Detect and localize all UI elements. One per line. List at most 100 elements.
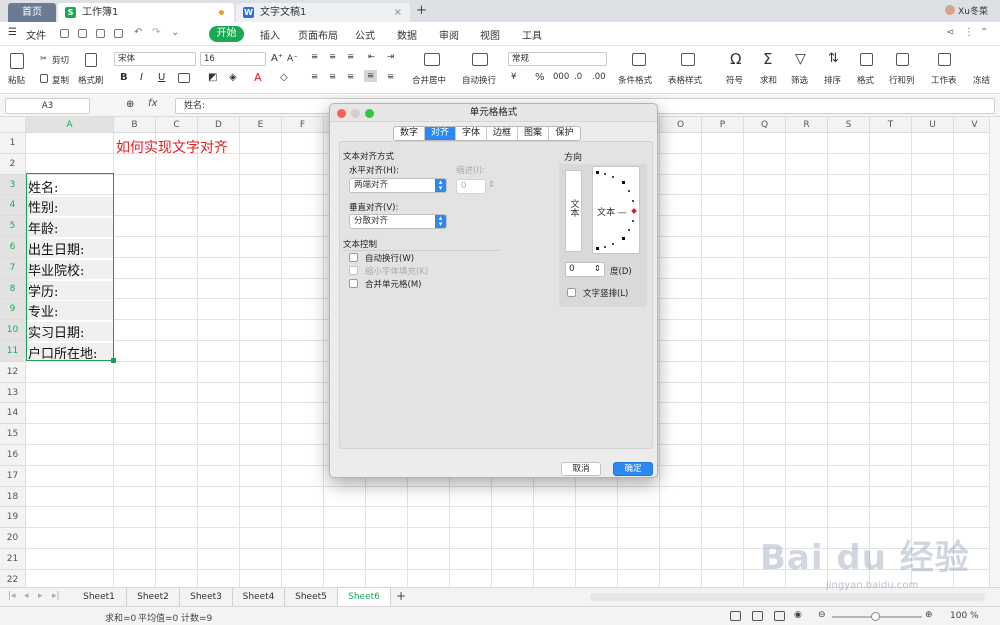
- increase-font-icon[interactable]: A⁺: [271, 53, 283, 64]
- align-top-icon[interactable]: ≡: [311, 52, 318, 62]
- first-sheet-icon[interactable]: |◂: [8, 591, 16, 601]
- column-header[interactable]: R: [786, 117, 828, 133]
- filter-icon[interactable]: ▽: [795, 51, 806, 67]
- cut-button[interactable]: 剪切: [52, 54, 69, 66]
- indent-stepper-icon[interactable]: ⇕: [488, 180, 495, 190]
- user-account[interactable]: Xu冬菜: [945, 4, 988, 17]
- merge-cells-checkbox[interactable]: [349, 279, 358, 288]
- wrap-text-button[interactable]: 自动换行: [462, 74, 496, 86]
- font-size-select[interactable]: 16: [200, 52, 266, 66]
- zoom-out-icon[interactable]: ⊖: [818, 610, 826, 620]
- selection-range[interactable]: [26, 173, 114, 361]
- conditional-format-icon[interactable]: [632, 53, 646, 66]
- row-header[interactable]: 11: [0, 341, 26, 362]
- row-header[interactable]: 7: [0, 257, 26, 279]
- column-header[interactable]: A: [26, 117, 114, 133]
- increase-decimal-icon[interactable]: .0: [574, 72, 582, 82]
- indent-decrease-icon[interactable]: ⇤: [368, 52, 375, 62]
- column-header[interactable]: S: [828, 117, 870, 133]
- format-painter-button[interactable]: 格式刷: [78, 74, 104, 86]
- next-sheet-icon[interactable]: ▸: [38, 591, 43, 601]
- align-center-icon[interactable]: ≡: [329, 72, 336, 82]
- column-header[interactable]: D: [198, 117, 240, 133]
- row-header[interactable]: 20: [0, 528, 26, 549]
- row-header[interactable]: 21: [0, 549, 26, 570]
- row-header[interactable]: 16: [0, 445, 26, 466]
- column-header[interactable]: F: [282, 117, 324, 133]
- merge-center-icon[interactable]: [424, 53, 440, 66]
- zoom-level[interactable]: 100 %: [950, 611, 979, 621]
- menu-page-layout[interactable]: 页面布局: [298, 27, 338, 42]
- undo-icon[interactable]: ↶: [134, 27, 142, 38]
- worksheet-button[interactable]: 工作表: [931, 74, 957, 86]
- row-header[interactable]: 14: [0, 403, 26, 425]
- redo-icon[interactable]: ↷: [152, 27, 160, 38]
- copy-button[interactable]: 复制: [52, 74, 69, 86]
- last-sheet-icon[interactable]: ▸|: [52, 591, 60, 601]
- indent-input[interactable]: 0: [456, 179, 486, 194]
- align-justify-icon[interactable]: ≡: [364, 70, 378, 82]
- percent-icon[interactable]: %: [535, 72, 545, 83]
- share-icon[interactable]: ⋖: [946, 27, 954, 38]
- row-header[interactable]: 10: [0, 320, 26, 341]
- ok-button[interactable]: 确定: [613, 462, 653, 476]
- number-format-select[interactable]: 常规: [508, 52, 607, 66]
- row-header[interactable]: 1: [0, 133, 26, 154]
- format-icon[interactable]: [860, 53, 873, 66]
- column-header[interactable]: C: [156, 117, 198, 133]
- sort-icon[interactable]: ⇅: [828, 51, 839, 66]
- degree-stepper-icon[interactable]: ⇕: [594, 264, 601, 274]
- fill-handle[interactable]: [111, 358, 116, 363]
- font-family-select[interactable]: 宋体: [114, 52, 196, 66]
- prev-sheet-icon[interactable]: ◂: [24, 591, 29, 601]
- column-header[interactable]: T: [870, 117, 912, 133]
- align-bottom-icon[interactable]: ≡: [347, 52, 354, 62]
- row-header[interactable]: 13: [0, 382, 26, 404]
- tab-border[interactable]: 边框: [487, 127, 518, 140]
- decrease-decimal-icon[interactable]: .00: [592, 72, 606, 82]
- close-icon[interactable]: ×: [394, 3, 402, 22]
- row-header[interactable]: 15: [0, 424, 26, 445]
- collapse-icon[interactable]: ⌃: [980, 27, 988, 38]
- row-header[interactable]: 3: [0, 174, 26, 196]
- shrink-to-fit-checkbox[interactable]: [349, 266, 358, 275]
- wrap-text-checkbox[interactable]: [349, 253, 358, 262]
- copy-icon[interactable]: [40, 74, 48, 83]
- menu-tools[interactable]: 工具: [522, 27, 542, 42]
- column-header[interactable]: O: [660, 117, 702, 133]
- menu-insert[interactable]: 插入: [260, 27, 280, 42]
- menu-view[interactable]: 视图: [480, 27, 500, 42]
- zoom-slider-thumb[interactable]: [871, 612, 880, 621]
- select-all-corner[interactable]: [0, 117, 26, 133]
- distributed-align-icon[interactable]: ≡: [387, 72, 394, 82]
- menu-data[interactable]: 数据: [397, 27, 417, 42]
- paste-icon[interactable]: [10, 53, 24, 69]
- row-column-icon[interactable]: [896, 53, 909, 66]
- merge-center-button[interactable]: 合并居中: [412, 74, 446, 86]
- format-button[interactable]: 格式: [857, 74, 874, 86]
- print-icon[interactable]: [96, 29, 105, 38]
- zoom-in-icon[interactable]: ⊕: [925, 610, 933, 620]
- paint-bucket-icon[interactable]: ◈: [229, 72, 237, 83]
- zoom-lookup-icon[interactable]: ⊕: [126, 99, 134, 110]
- page-layout-view-icon[interactable]: [752, 611, 763, 621]
- minimize-window-icon[interactable]: [351, 109, 360, 118]
- cancel-button[interactable]: 取消: [561, 462, 601, 476]
- menu-file[interactable]: 文件: [26, 27, 46, 42]
- fill-color-icon[interactable]: ◩: [208, 72, 217, 83]
- thousands-icon[interactable]: 000: [553, 72, 569, 82]
- font-color-icon[interactable]: A: [254, 71, 262, 84]
- save-icon[interactable]: [60, 29, 69, 38]
- chevron-down-icon[interactable]: ⌄: [171, 27, 179, 38]
- align-right-icon[interactable]: ≡: [347, 72, 354, 82]
- align-left-icon[interactable]: ≡: [311, 72, 318, 82]
- row-header[interactable]: 9: [0, 299, 26, 321]
- row-header[interactable]: 22: [0, 569, 26, 587]
- sheet-tab-6[interactable]: Sheet6: [338, 588, 391, 606]
- column-header[interactable]: U: [912, 117, 954, 133]
- column-header[interactable]: Q: [744, 117, 786, 133]
- row-header[interactable]: 5: [0, 216, 26, 237]
- freeze-button[interactable]: 冻结: [973, 74, 990, 86]
- preview-icon[interactable]: [114, 29, 123, 38]
- scissors-icon[interactable]: ✂: [40, 54, 47, 64]
